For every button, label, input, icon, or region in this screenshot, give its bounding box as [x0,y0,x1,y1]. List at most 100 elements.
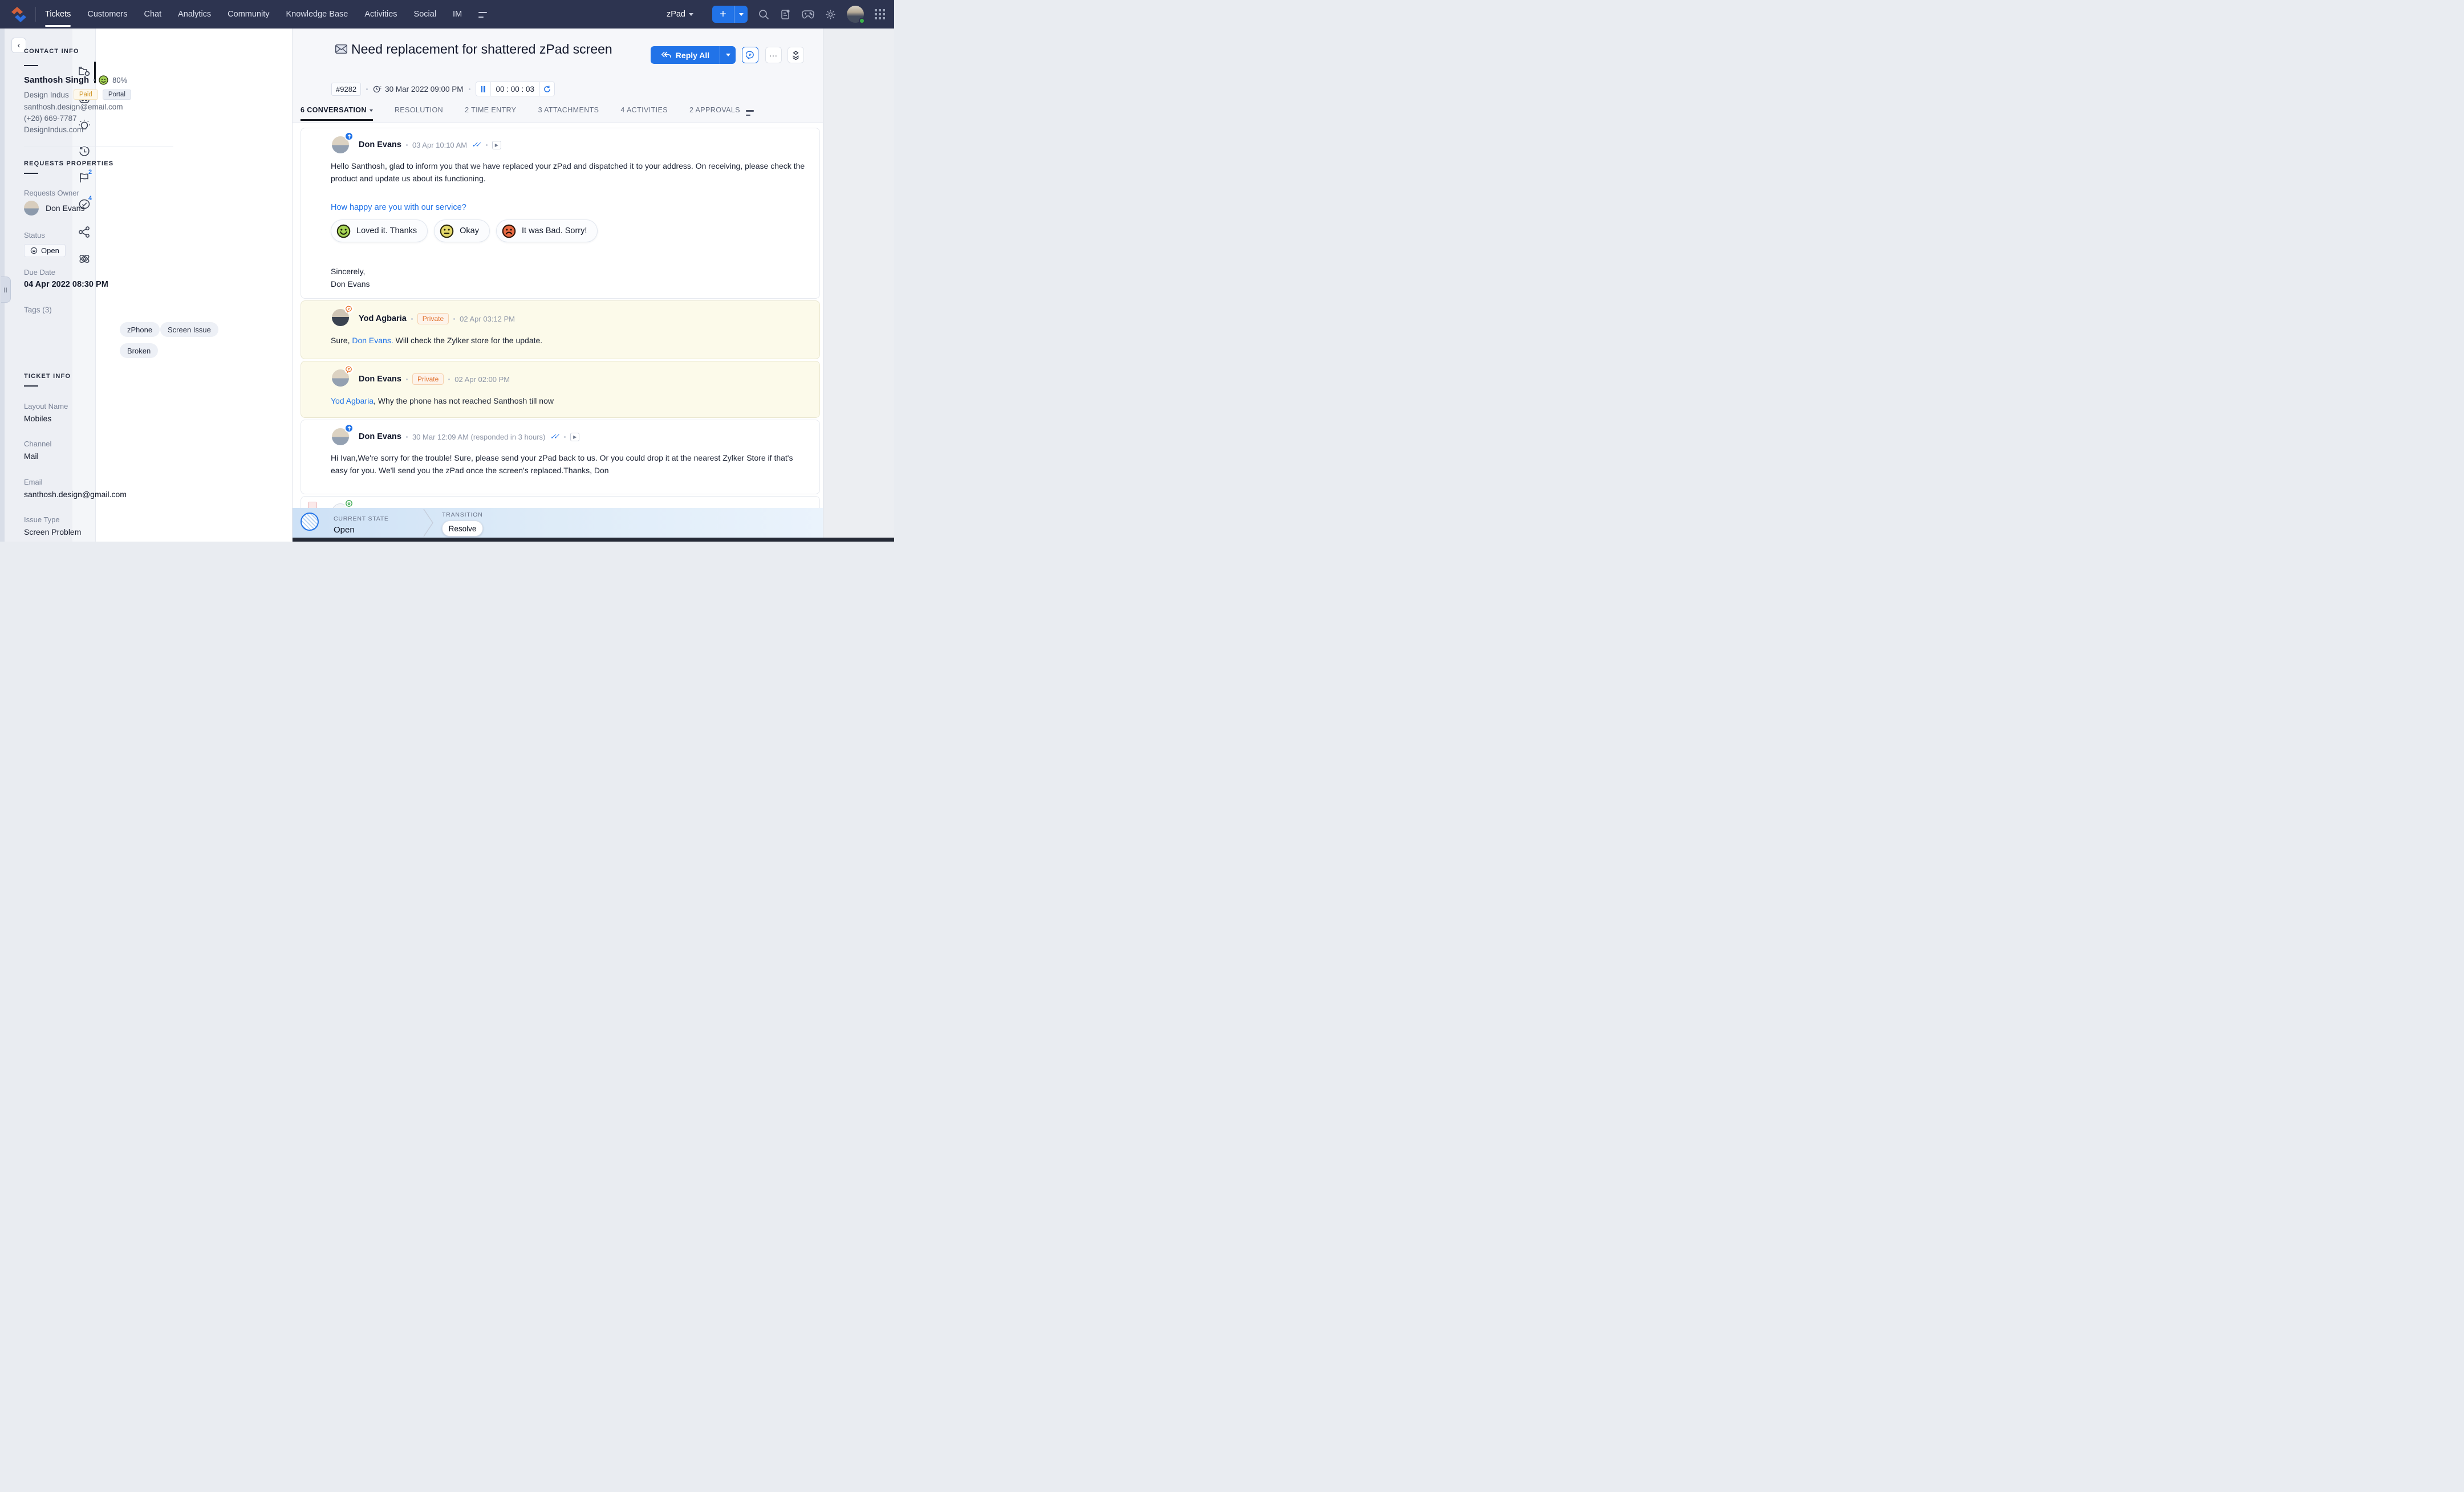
gamescope-icon[interactable] [802,9,814,19]
department-selector[interactable]: zPad [667,10,693,19]
tag-screen-issue[interactable]: Screen Issue [160,322,218,337]
approvals-badge: 4 [88,195,92,202]
online-status-dot [859,18,865,24]
resolve-button[interactable]: Resolve [442,521,483,536]
user-avatar[interactable] [847,6,864,23]
sent-reply-badge-icon [344,132,354,141]
message-author[interactable]: Don Evans [359,375,401,384]
history-icon[interactable] [78,145,91,158]
requests-properties-heading: REQUESTS PROPERTIES [24,160,113,167]
message-author[interactable]: Don Evans [359,432,401,441]
message-header: Don Evans Private 02 Apr 02:00 PM [359,373,510,385]
plus-icon[interactable]: + [712,6,734,23]
share-icon[interactable] [78,226,91,238]
request-owner-row[interactable]: Don Evans [24,201,84,216]
timer-pause-button[interactable] [476,82,491,96]
feeds-icon[interactable] [780,9,791,20]
layout-name-label: Layout Name [24,402,68,410]
email-value: santhosh.design@gmail.com [24,490,127,499]
message-time: 02 Apr 02:00 PM [454,375,510,384]
integrations-atom-icon[interactable] [78,253,91,265]
app-grid-icon[interactable] [875,9,885,19]
nav-item-activities[interactable]: Activities [364,0,397,29]
message-time: 30 Mar 12:09 AM (responded in 3 hours) [412,433,545,441]
tab-resolution[interactable]: RESOLUTION [395,106,443,121]
comment-bubble-icon [746,51,754,59]
message-header: Don Evans 03 Apr 10:10 AM ✓✓ ▶ [359,140,501,149]
current-state-block: CURRENT STATE Open [334,515,389,535]
tag-broken[interactable]: Broken [120,343,158,358]
add-ticket-split-button[interactable]: + [712,6,748,23]
delivered-check-icon: ✓✓ [472,140,481,149]
csat-bad-button[interactable]: It was Bad. Sorry! [496,219,598,242]
private-comment-badge-icon [344,365,354,374]
panel-collapse-handle[interactable]: || [1,277,11,303]
issue-type-value: Screen Problem [24,527,81,536]
mention-link[interactable]: Yod Agbaria [331,396,374,405]
private-badge: Private [412,373,444,385]
blueprint-transition-bar: CURRENT STATE Open TRANSITION Resolve [293,508,823,538]
tab-conversation[interactable]: 6 CONVERSATION [301,106,373,121]
brand-logo-icon[interactable] [10,6,28,23]
section-underline [24,173,38,174]
timer-refresh-button[interactable] [539,82,554,96]
tab-approvals[interactable]: 2 APPROVALS [689,106,740,121]
tab-time-entry[interactable]: 2 TIME ENTRY [465,106,516,121]
message-body: Sure, Don Evans. Will check the Zylker s… [331,334,813,347]
message-body: Hello Santhosh, glad to inform you that … [331,160,813,185]
sent-reply-badge-icon [344,424,354,433]
tab-activities[interactable]: 4 ACTIVITIES [620,106,668,121]
nav-item-social[interactable]: Social [414,0,437,29]
sad-face-icon [502,224,516,238]
mention-link[interactable]: Don Evans. [352,336,393,345]
csat-question-link[interactable]: How happy are you with our service? [331,203,466,212]
contact-email[interactable]: santhosh.design@email.com [24,103,123,111]
search-icon[interactable] [758,9,769,20]
reply-options-dropdown[interactable] [720,46,736,64]
nav-item-knowledge-base[interactable]: Knowledge Base [286,0,348,29]
contact-phone[interactable]: (+26) 669-7787 [24,114,77,123]
expand-message-icon[interactable]: ▶ [570,433,579,441]
transition-label: TRANSITION [442,511,483,518]
csat-okay-button[interactable]: Okay [434,219,490,242]
ticket-id-badge[interactable]: #9282 [331,83,361,96]
tag-zphone[interactable]: zPhone [120,322,160,337]
status-chip[interactable]: Open [24,244,66,257]
due-date-label: Due Date [24,268,55,277]
reply-all-split-button[interactable]: Reply All [651,46,736,64]
message-card-reply: Don Evans 03 Apr 10:10 AM ✓✓ ▶ Hello San… [301,128,820,299]
nav-item-chat[interactable]: Chat [144,0,162,29]
neutral-face-icon [440,224,454,238]
transition-chevron [423,509,435,536]
expand-message-icon[interactable]: ▶ [492,141,501,149]
company-name[interactable]: Design Indus [24,91,69,99]
happy-face-icon [336,224,351,238]
chevron-down-icon [689,13,693,16]
collapse-all-button[interactable] [787,47,804,63]
message-author[interactable]: Yod Agbaria [359,314,407,323]
message-header: Yod Agbaria Private 02 Apr 03:12 PM [359,313,515,324]
tabs-more-icon[interactable] [746,110,754,116]
delivered-check-icon: ✓✓ [550,432,559,441]
transition-block: TRANSITION Resolve [442,511,483,536]
collapsed-right-panel[interactable] [823,29,894,542]
nav-item-customers[interactable]: Customers [87,0,127,29]
contact-name[interactable]: Santhosh Singh [24,75,89,85]
nav-item-community[interactable]: Community [228,0,269,29]
nav-item-im[interactable]: IM [453,0,462,29]
nav-more-icon[interactable] [478,0,487,29]
settings-gear-icon[interactable] [825,9,836,20]
contact-website[interactable]: DesignIndus.com [24,125,83,134]
tab-attachments[interactable]: 3 ATTACHMENTS [538,106,599,121]
nav-item-tickets[interactable]: Tickets [45,0,71,29]
window-bottom-edge [293,538,894,542]
more-actions-button[interactable]: ... [765,47,782,63]
nav-item-analytics[interactable]: Analytics [178,0,211,29]
add-dropdown[interactable] [734,6,748,23]
app-window: Tickets Customers Chat Analytics Communi… [0,0,894,542]
csat-good-button[interactable]: Loved it. Thanks [331,219,428,242]
comment-button[interactable] [742,47,758,63]
message-author[interactable]: Don Evans [359,140,401,149]
section-underline [24,65,38,66]
created-date: 30 Mar 2022 09:00 PM [373,85,463,93]
